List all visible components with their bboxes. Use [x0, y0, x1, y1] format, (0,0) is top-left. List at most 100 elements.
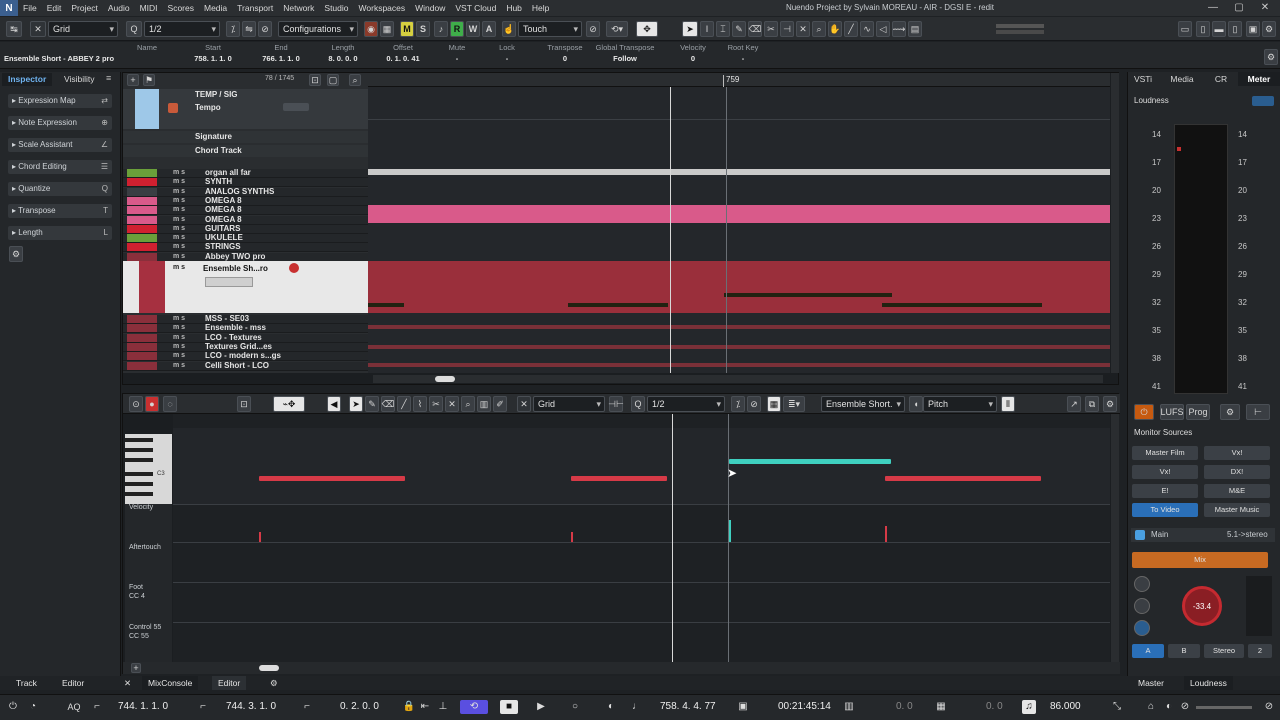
- lane-control55-label[interactable]: Control 55: [129, 624, 161, 631]
- editor-line-tool-icon[interactable]: ╱: [397, 396, 411, 412]
- dim-transport-icon[interactable]: ⊘: [1178, 700, 1192, 714]
- snap-icon[interactable]: ✕: [30, 21, 46, 37]
- lock-transport-icon[interactable]: 🔒: [402, 700, 416, 714]
- editor-quantize-icon[interactable]: Q: [631, 396, 645, 412]
- info-field-value[interactable]: -: [476, 53, 538, 65]
- mute-tool-icon[interactable]: ✕: [796, 21, 810, 37]
- configurations-select[interactable]: Configurations: [278, 21, 358, 37]
- record-editor-icon[interactable]: ●: [145, 396, 159, 412]
- read-automation-button[interactable]: R: [450, 21, 464, 37]
- snap-type-select[interactable]: Grid: [48, 21, 118, 37]
- settings-icon[interactable]: ⚙: [1262, 21, 1276, 37]
- info-field-value[interactable]: -: [712, 53, 774, 65]
- iq-icon[interactable]: ⁒: [226, 21, 240, 37]
- play-button[interactable]: ▶: [534, 700, 548, 714]
- record-enable-icon[interactable]: [289, 263, 299, 273]
- snapshot-icon[interactable]: ⊡: [237, 396, 251, 412]
- monitor-source-button[interactable]: Vx!: [1204, 446, 1270, 460]
- tab-editor-left[interactable]: Editor: [56, 676, 90, 690]
- suspend-icon[interactable]: ⊘: [586, 21, 600, 37]
- inspector-section[interactable]: ▸ Expression Map ⇄: [8, 94, 112, 108]
- tab-media[interactable]: Media: [1160, 72, 1204, 86]
- volume-slider[interactable]: [1196, 706, 1252, 709]
- transport-settings-icon[interactable]: ⊘: [1262, 700, 1276, 714]
- mute-solo-buttons[interactable]: m s: [173, 253, 185, 260]
- mute-solo-buttons[interactable]: m s: [173, 169, 185, 176]
- menu-studio[interactable]: Studio: [319, 0, 353, 16]
- monitor-source-button[interactable]: To Video: [1132, 503, 1198, 517]
- selected-track[interactable]: m s Ensemble Sh...ro: [123, 261, 368, 313]
- lower-zone-toggle-icon[interactable]: ▬: [1212, 21, 1226, 37]
- monitor-source-button[interactable]: E!: [1132, 484, 1198, 498]
- editor-draw-tool-icon[interactable]: ✎: [365, 396, 379, 412]
- line-tool-icon[interactable]: ╱: [844, 21, 858, 37]
- mixer-icon[interactable]: ▦: [380, 21, 394, 37]
- menu-vst-cloud[interactable]: VST Cloud: [450, 0, 501, 16]
- monitor-source-button[interactable]: Vx!: [1132, 465, 1198, 479]
- left-zone-menu-icon[interactable]: ≡: [106, 73, 111, 83]
- hand-tool-icon[interactable]: ✋: [828, 21, 842, 37]
- lower-zone-settings-icon[interactable]: ⚙: [264, 676, 284, 690]
- track-row[interactable]: m s organ all far: [123, 168, 368, 178]
- menu-midi[interactable]: MIDI: [135, 0, 163, 16]
- organ-region[interactable]: [368, 169, 1110, 175]
- track-options-icon[interactable]: ⚑: [143, 74, 155, 86]
- midi-step-icon[interactable]: ◌: [163, 396, 177, 412]
- metronome-icon[interactable]: ◐: [604, 700, 618, 714]
- ref-level-icon[interactable]: [1134, 620, 1150, 636]
- speaker-a-button[interactable]: A: [1132, 644, 1164, 658]
- tab-editor-lower[interactable]: Editor: [212, 676, 247, 690]
- mute-solo-buttons[interactable]: m s: [173, 352, 185, 359]
- editor-iq-icon[interactable]: ⁒: [731, 396, 745, 412]
- cpu-icon[interactable]: ◔: [26, 700, 40, 714]
- tab-cr[interactable]: CR: [1206, 72, 1236, 86]
- inspector-section[interactable]: ▸ Quantize Q: [8, 182, 112, 196]
- editor-pencil-icon[interactable]: ✐: [493, 396, 507, 412]
- add-lane-icon[interactable]: +: [131, 663, 141, 673]
- editor-hscroll[interactable]: +: [123, 662, 1120, 674]
- record-mode-icon[interactable]: ◉: [364, 21, 378, 37]
- search-icon[interactable]: ⌕: [349, 74, 361, 86]
- info-field[interactable]: Start 758. 1. 1. 0: [182, 42, 244, 65]
- menu-project[interactable]: Project: [66, 0, 102, 16]
- solo-all-button[interactable]: S: [416, 21, 430, 37]
- menu-hub[interactable]: Hub: [501, 0, 527, 16]
- menu-edit[interactable]: Edit: [42, 0, 67, 16]
- tab-inspector[interactable]: Inspector: [2, 73, 53, 86]
- menu-window[interactable]: Window: [410, 0, 450, 16]
- left-locator-icon[interactable]: ⌐: [90, 700, 104, 714]
- maximize-button[interactable]: ▢: [1226, 0, 1252, 16]
- editor-reset-icon[interactable]: ⊘: [747, 396, 761, 412]
- midi-note[interactable]: [259, 476, 405, 481]
- mute-solo-buttons[interactable]: m s: [173, 234, 185, 241]
- quantize-icon[interactable]: Q: [126, 21, 142, 37]
- inspector-section[interactable]: ▸ Length L: [8, 226, 112, 240]
- info-field[interactable]: End 766. 1. 1. 0: [250, 42, 312, 65]
- home-icon[interactable]: ⌂: [1144, 700, 1158, 714]
- prog-button[interactable]: Prog: [1186, 404, 1210, 420]
- velocity-bar-selected[interactable]: [729, 520, 731, 542]
- menu-file[interactable]: File: [18, 0, 42, 16]
- sync-icon[interactable]: ▢: [327, 74, 339, 86]
- lufs-button[interactable]: LUFS: [1160, 404, 1184, 420]
- right-locator-value[interactable]: 744. 3. 1. 0: [226, 701, 276, 712]
- monitor-source-button[interactable]: DX!: [1204, 465, 1270, 479]
- mute-solo-buttons[interactable]: m s: [173, 243, 185, 250]
- controller-select[interactable]: Pitch: [923, 396, 997, 412]
- range-tool-icon[interactable]: ⌶: [716, 21, 730, 37]
- power-transport-icon[interactable]: ⏻: [6, 700, 20, 714]
- editor-chord-icon[interactable]: ▦: [767, 396, 781, 412]
- info-field-value[interactable]: 0. 1. 0. 41: [372, 53, 434, 65]
- midi-note[interactable]: [885, 476, 1041, 481]
- info-field-value[interactable]: 0: [534, 53, 596, 65]
- project-ruler[interactable]: 759: [368, 73, 1110, 87]
- editor-step-icon[interactable]: ⊣⊢: [608, 396, 624, 412]
- info-field-value[interactable]: 758. 1. 1. 0: [182, 53, 244, 65]
- reset-quantize-icon[interactable]: ⊘: [258, 21, 272, 37]
- track-row[interactable]: m s Celli Short - LCO: [123, 361, 368, 371]
- layout-icon[interactable]: ▭: [1178, 21, 1192, 37]
- split-tool-icon[interactable]: ✂: [764, 21, 778, 37]
- erase-tool-icon[interactable]: ⌫: [748, 21, 762, 37]
- autoscroll-icon[interactable]: ⟲▾: [606, 21, 628, 37]
- project-hscroll[interactable]: [373, 375, 1103, 383]
